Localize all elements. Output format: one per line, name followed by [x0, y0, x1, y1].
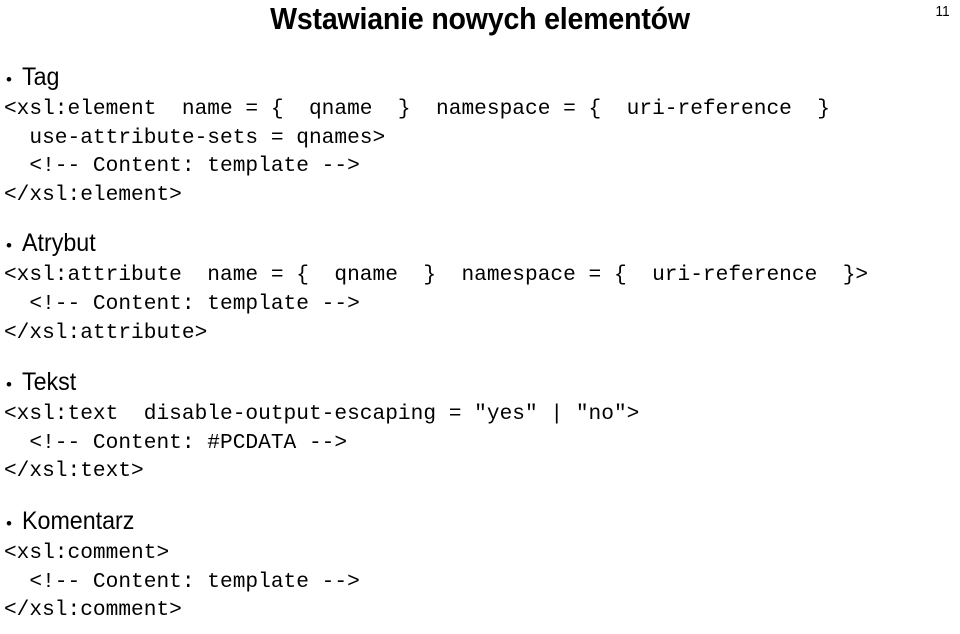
section-heading-tekst: • Tekst — [0, 367, 960, 400]
section-tag: • Tag <xsl:element name = { qname } name… — [0, 62, 960, 209]
section-komentarz: • Komentarz <xsl:comment> <!-- Content: … — [0, 506, 960, 625]
bullet-icon: • — [6, 236, 12, 256]
slide-header: Wstawianie nowych elementów 11 — [0, 0, 960, 46]
page-number: 11 — [935, 3, 950, 20]
section-heading-label: Tekst — [22, 368, 77, 397]
code-block-element: <xsl:element name = { qname } namespace … — [3, 97, 831, 207]
code-block-comment: <xsl:comment> <!-- Content: template -->… — [3, 540, 360, 623]
code-block-text: <xsl:text disable-output-escaping = "yes… — [3, 402, 640, 484]
bullet-icon: • — [6, 375, 12, 395]
section-heading-tag: • Tag — [0, 62, 960, 95]
section-heading-label: Atrybut — [22, 229, 96, 258]
section-heading-label: Komentarz — [22, 506, 135, 535]
slide-page: { "slide": { "title": "Wstawianie nowych… — [0, 0, 960, 634]
section-atrybut: • Atrybut <xsl:attribute name = { qname … — [0, 228, 960, 347]
bullet-icon: • — [6, 70, 12, 89]
code-block-attribute: <xsl:attribute name = { qname } namespac… — [3, 263, 869, 345]
section-heading-label: Tag — [22, 63, 60, 91]
section-heading-atrybut: • Atrybut — [0, 228, 960, 261]
section-tekst: • Tekst <xsl:text disable-output-escapin… — [0, 367, 960, 486]
slide-content: • Tag <xsl:element name = { qname } name… — [0, 62, 960, 625]
bullet-icon: • — [6, 513, 12, 533]
section-heading-komentarz: • Komentarz — [0, 506, 960, 539]
page-title: Wstawianie nowych elementów — [270, 1, 690, 36]
